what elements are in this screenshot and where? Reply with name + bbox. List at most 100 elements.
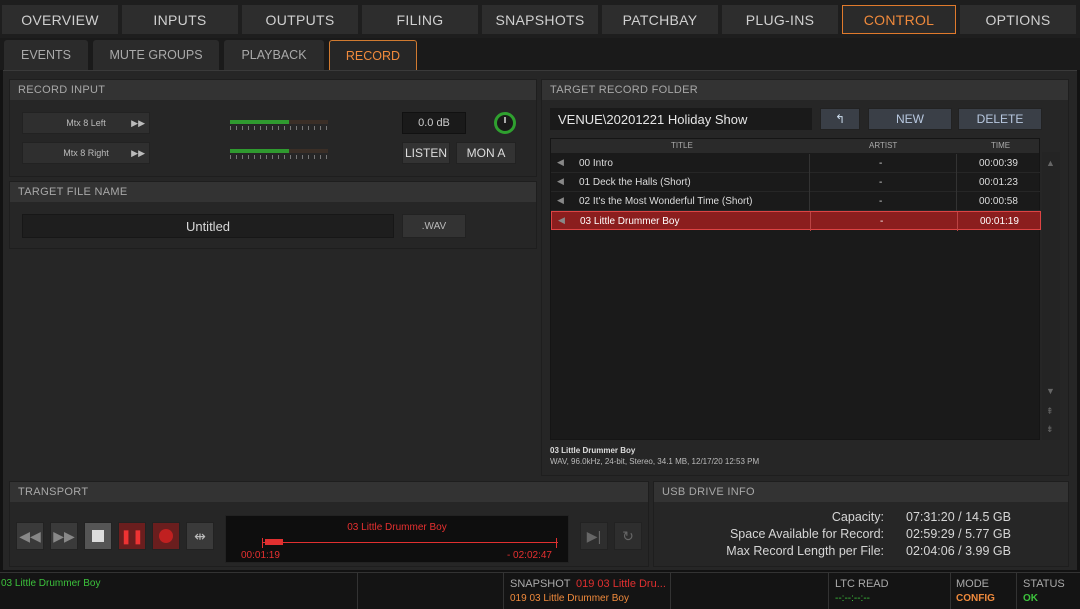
input-source-right-button[interactable]: Mtx 8 Right ▶▶	[22, 142, 150, 164]
track-time: 00:00:58	[979, 196, 1018, 207]
mode-label: MODE	[956, 578, 989, 590]
track-list[interactable]: TITLE ARTIST TIME ◀ 00 Intro - 00:00:39 …	[550, 138, 1041, 440]
listen-button[interactable]: LISTEN	[402, 142, 450, 164]
col-artist[interactable]: ARTIST	[869, 141, 897, 150]
usb-space-value: 02:59:29 / 5.77 GB	[906, 527, 1011, 541]
stop-icon	[92, 530, 104, 542]
target-folder-header: TARGET RECORD FOLDER	[542, 80, 1068, 100]
marker-icon: ⇹	[194, 527, 206, 544]
file-name-field[interactable]: Untitled	[22, 214, 394, 238]
rewind-button[interactable]: ◀◀	[16, 522, 44, 550]
speaker-icon: ◀	[557, 157, 564, 167]
col-title[interactable]: TITLE	[671, 141, 693, 150]
skip-next-button[interactable]: ▶|	[580, 522, 608, 550]
input-source-right-label: Mtx 8 Right	[63, 148, 109, 158]
stop-button[interactable]	[84, 522, 112, 550]
record-page: RECORD INPUT Mtx 8 Left ▶▶ Mtx 8 Right ▶…	[3, 70, 1077, 570]
elapsed-time: 00:01:19	[241, 550, 280, 561]
subtab-record[interactable]: RECORD	[329, 40, 417, 70]
tab-filing[interactable]: FILING	[362, 5, 478, 34]
selected-track-detail: WAV, 96.0kHz, 24-bit, Stereo, 34.1 MB, 1…	[550, 457, 760, 466]
delete-folder-button[interactable]: DELETE	[958, 108, 1042, 130]
usb-space-label: Space Available for Record:	[729, 527, 884, 541]
mode-value: CONFIG	[956, 593, 995, 604]
snapshot-label: SNAPSHOT	[510, 578, 571, 590]
folder-up-icon: ↰	[834, 112, 846, 126]
timeline-playhead[interactable]	[264, 539, 283, 545]
tab-inputs[interactable]: INPUTS	[122, 5, 238, 34]
transport-timeline[interactable]: 03 Little Drummer Boy 00:01:19 - 02:02:4…	[225, 515, 569, 563]
track-artist: -	[879, 158, 883, 169]
scroll-up-icon[interactable]: ▲	[1046, 158, 1055, 168]
track-list-scrollbar[interactable]: ▲ ▼ ⇞ ⇟	[1042, 152, 1060, 440]
status-bar: 03 Little Drummer Boy SNAPSHOT 019 03 Li…	[0, 572, 1080, 609]
timeline-track	[262, 542, 558, 543]
skip-next-icon: ▶|	[586, 527, 602, 544]
tab-snapshots[interactable]: SNAPSHOTS	[482, 5, 598, 34]
snapshot-current[interactable]: 019 03 Little Dru...	[576, 578, 666, 590]
track-title: 01 Deck the Halls (Short)	[579, 177, 691, 188]
tab-outputs[interactable]: OUTPUTS	[242, 5, 358, 34]
folder-path-field[interactable]: VENUE\20201221 Holiday Show	[550, 108, 812, 130]
transport-header: TRANSPORT	[10, 482, 648, 502]
timeline-end-tick	[556, 538, 557, 548]
fast-forward-icon: ▶▶	[53, 527, 75, 544]
transport-track-title: 03 Little Drummer Boy	[347, 522, 447, 533]
scroll-down-icon[interactable]: ▼	[1046, 386, 1055, 396]
target-file-header: TARGET FILE NAME	[10, 182, 536, 202]
record-input-panel: RECORD INPUT Mtx 8 Left ▶▶ Mtx 8 Right ▶…	[9, 79, 537, 177]
file-format-button[interactable]: .WAV	[402, 214, 466, 238]
input-meter-left	[230, 118, 328, 130]
transport-panel: TRANSPORT ◀◀ ▶▶ ❚❚ ⇹ 03 Little Drummer B…	[9, 481, 649, 567]
usb-capacity-value: 07:31:20 / 14.5 GB	[906, 510, 1011, 524]
track-row[interactable]: ◀ 00 Intro - 00:00:39	[551, 154, 1041, 173]
scroll-bottom-icon[interactable]: ⇟	[1046, 424, 1054, 435]
col-time[interactable]: TIME	[991, 141, 1010, 150]
gain-knob[interactable]	[494, 112, 516, 134]
tab-control[interactable]: CONTROL	[842, 5, 956, 34]
status-value: OK	[1023, 593, 1038, 604]
sub-tab-bar: EVENTS MUTE GROUPS PLAYBACK RECORD	[0, 38, 1080, 70]
track-row[interactable]: ◀ 01 Deck the Halls (Short) - 00:01:23	[551, 173, 1041, 192]
marker-button[interactable]: ⇹	[186, 522, 214, 550]
track-title: 03 Little Drummer Boy	[580, 216, 680, 227]
subtab-mute-groups[interactable]: MUTE GROUPS	[93, 40, 219, 70]
track-time: 00:01:19	[980, 216, 1019, 227]
record-button[interactable]	[152, 522, 180, 550]
rewind-icon: ◀◀	[19, 527, 41, 544]
ltc-label: LTC READ	[835, 578, 889, 590]
timeline-start-tick	[262, 538, 263, 548]
speaker-icon: ◀	[557, 176, 564, 186]
play-arrow-icon: ▶▶	[131, 148, 145, 158]
track-time: 00:01:23	[979, 177, 1018, 188]
loop-button[interactable]: ↻	[614, 522, 642, 550]
speaker-icon: ◀	[558, 215, 565, 225]
record-icon	[159, 529, 173, 543]
input-source-left-button[interactable]: Mtx 8 Left ▶▶	[22, 112, 150, 134]
usb-capacity-label: Capacity:	[831, 510, 884, 524]
pause-icon: ❚❚	[120, 527, 144, 544]
subtab-playback[interactable]: PLAYBACK	[224, 40, 324, 70]
usb-max-length-label: Max Record Length per File:	[726, 544, 884, 558]
remaining-time: - 02:02:47	[506, 550, 552, 561]
tab-patchbay[interactable]: PATCHBAY	[602, 5, 718, 34]
folder-up-button[interactable]: ↰	[820, 108, 860, 130]
tab-options[interactable]: OPTIONS	[960, 5, 1076, 34]
tab-plug-ins[interactable]: PLUG-INS	[722, 5, 838, 34]
status-label: STATUS	[1023, 578, 1065, 590]
track-list-header: TITLE ARTIST TIME	[551, 139, 1039, 153]
track-row[interactable]: ◀ 02 It's the Most Wonderful Time (Short…	[551, 192, 1041, 211]
scroll-top-icon[interactable]: ⇞	[1046, 406, 1054, 417]
pause-button[interactable]: ❚❚	[118, 522, 146, 550]
selected-track-title: 03 Little Drummer Boy	[550, 446, 636, 455]
target-folder-panel: TARGET RECORD FOLDER VENUE\20201221 Holi…	[541, 79, 1069, 476]
track-artist: -	[880, 216, 884, 227]
mon-a-button[interactable]: MON A	[456, 142, 516, 164]
fast-forward-button[interactable]: ▶▶	[50, 522, 78, 550]
snapshot-next[interactable]: 019 03 Little Drummer Boy	[510, 593, 629, 604]
input-gain-value[interactable]: 0.0 dB	[402, 112, 466, 134]
tab-overview[interactable]: OVERVIEW	[2, 5, 118, 34]
subtab-events[interactable]: EVENTS	[4, 40, 88, 70]
track-row-selected[interactable]: ◀ 03 Little Drummer Boy - 00:01:19	[551, 211, 1041, 231]
new-folder-button[interactable]: NEW	[868, 108, 952, 130]
